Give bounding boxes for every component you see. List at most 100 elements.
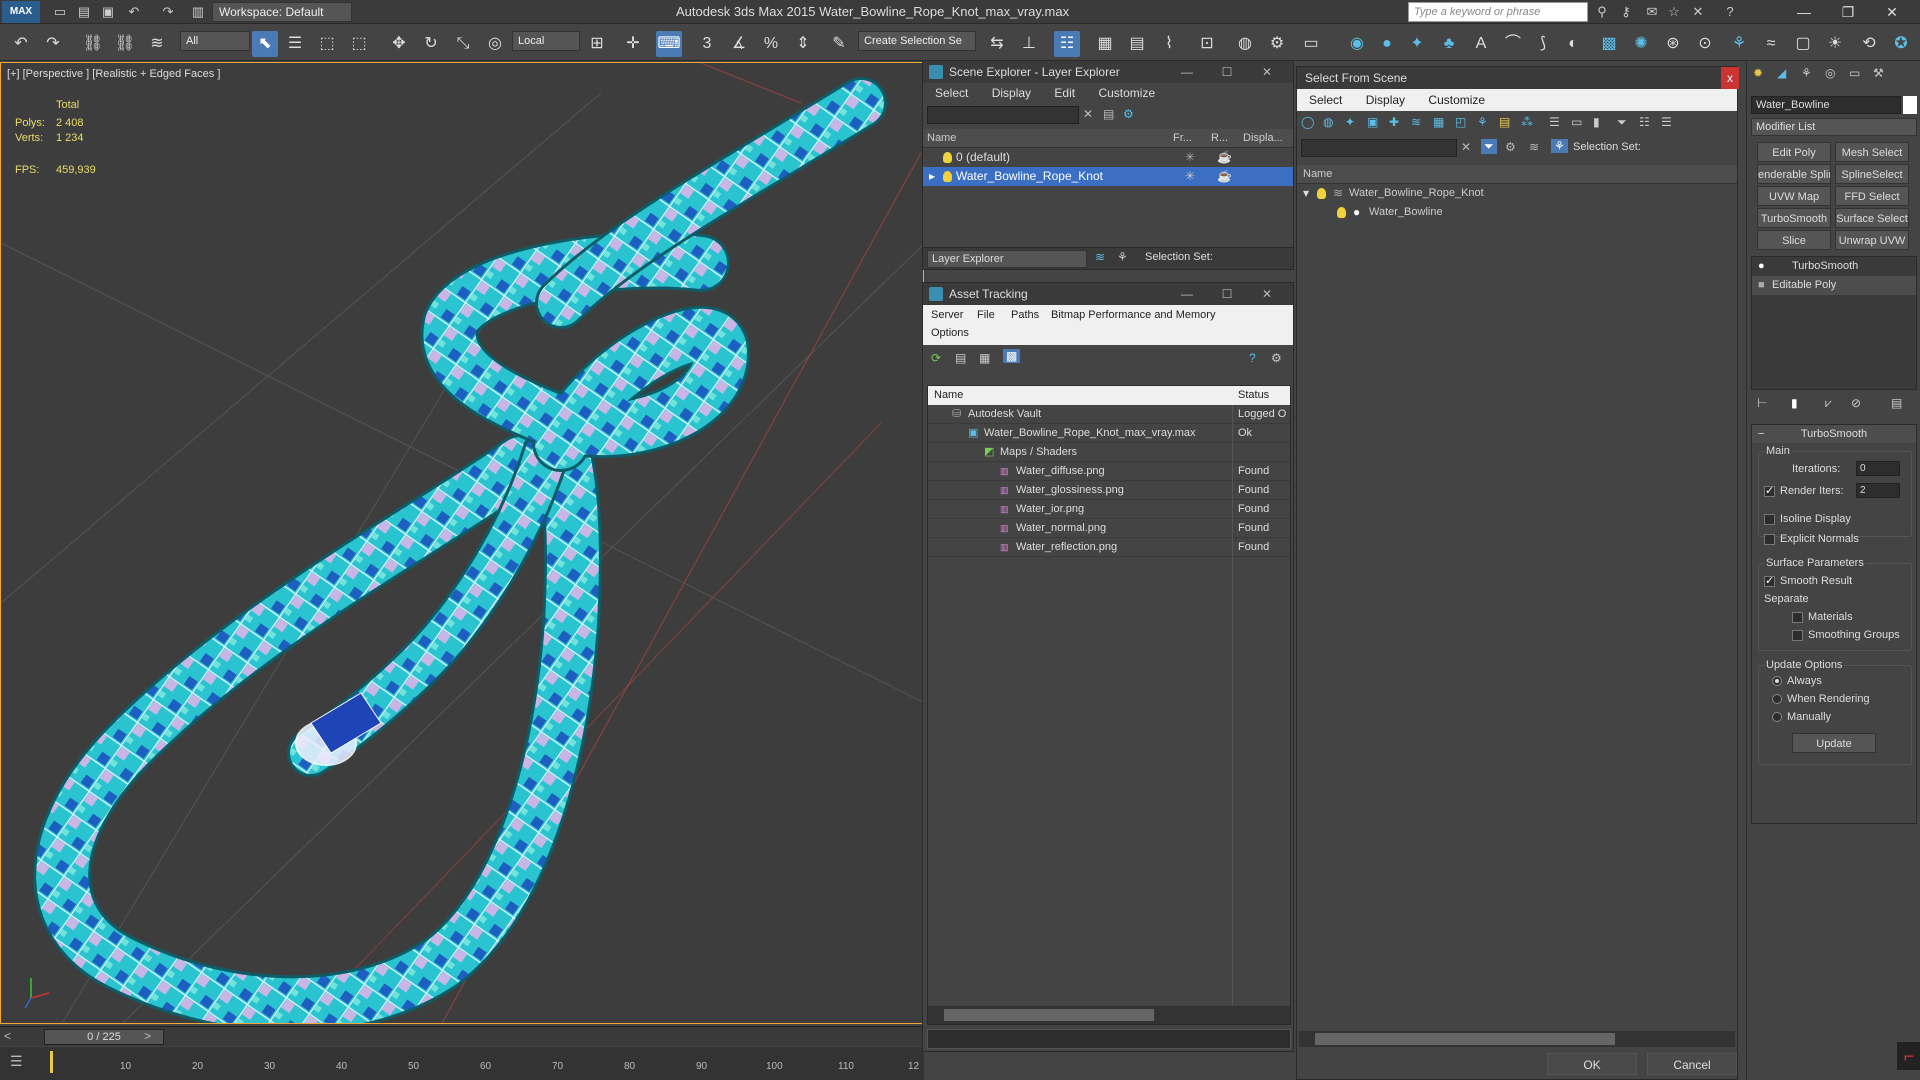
rectangular-selection-icon[interactable]: ⬚ bbox=[314, 31, 340, 57]
twist-icon[interactable]: ⟆ bbox=[1530, 31, 1556, 57]
minimize-button[interactable]: — bbox=[1173, 283, 1201, 305]
place-icon[interactable]: ◎ bbox=[482, 31, 508, 57]
perspective-viewport[interactable]: [+] [Perspective ] [Realistic + Edged Fa… bbox=[0, 62, 924, 1024]
track-bar-icon[interactable]: ☰ bbox=[10, 1053, 23, 1070]
select-from-scene-header[interactable]: Select From Scene x bbox=[1297, 67, 1739, 89]
menu-select[interactable]: Select bbox=[935, 86, 968, 100]
expand-arrow-icon[interactable]: ▸ bbox=[929, 167, 935, 186]
vray-proxy-icon[interactable]: ⊙ bbox=[1692, 31, 1718, 57]
track-bar[interactable]: ☰ 10 20 30 40 50 60 70 80 90 100 110 12 bbox=[0, 1047, 924, 1080]
tree-row[interactable]: ▾ ≋ Water_Bowline_Rope_Knot bbox=[1297, 184, 1737, 203]
undo-icon[interactable]: ↶ bbox=[124, 3, 144, 21]
filter-active-icon[interactable]: ⏷ bbox=[1481, 139, 1497, 154]
mirror-icon[interactable]: ⇆ bbox=[984, 31, 1010, 57]
geometry-filter-icon[interactable]: ◯ bbox=[1301, 115, 1314, 129]
minimize-button[interactable]: — bbox=[1173, 61, 1201, 83]
filter-icon[interactable]: ▤ bbox=[1103, 107, 1114, 121]
light-bulb-icon[interactable] bbox=[943, 171, 952, 183]
pivot-center-icon[interactable]: ⊞ bbox=[584, 31, 610, 57]
shapes-filter-icon[interactable]: ◍ bbox=[1323, 115, 1333, 129]
menu-options[interactable]: Options bbox=[931, 327, 969, 339]
graphite-toolbar-icon[interactable]: ▤ bbox=[1124, 31, 1150, 57]
unlink-icon[interactable]: ⛓ bbox=[112, 31, 138, 57]
menu-display[interactable]: Display bbox=[1366, 93, 1405, 107]
exchange-icon[interactable]: ✕ bbox=[1688, 3, 1708, 21]
maximize-button[interactable]: ☐ bbox=[1213, 61, 1241, 83]
time-slider-bar[interactable]: < 0 / 225 > bbox=[0, 1026, 924, 1046]
ok-button[interactable]: OK bbox=[1547, 1053, 1637, 1075]
menu-customize[interactable]: Customize bbox=[1428, 93, 1485, 107]
snaps-toggle-icon[interactable]: 3 bbox=[694, 31, 720, 57]
lights-filter-icon[interactable]: ✦ bbox=[1345, 115, 1355, 129]
communication-icon[interactable]: ✉ bbox=[1642, 3, 1662, 21]
layer-explorer-icon[interactable]: ▦ bbox=[1092, 31, 1118, 57]
list-view-icon[interactable]: ▤ bbox=[955, 351, 966, 365]
plant-icon[interactable]: ♣ bbox=[1436, 31, 1462, 57]
table-row[interactable]: ◩ Maps / Shaders bbox=[928, 443, 1290, 462]
table-row[interactable]: ⛁ Autodesk Vault Logged O bbox=[928, 405, 1290, 424]
render-iters-spinner[interactable]: 2 bbox=[1856, 483, 1900, 498]
utilities-tab-icon[interactable]: ⚒ bbox=[1873, 66, 1884, 80]
column-header-name[interactable]: Name bbox=[934, 386, 963, 405]
column-header-render[interactable]: R... bbox=[1211, 129, 1228, 147]
materials-checkbox[interactable] bbox=[1792, 611, 1803, 623]
open-file-icon[interactable]: ▤ bbox=[74, 3, 94, 21]
pin-stack-icon[interactable]: ⊢ bbox=[1757, 396, 1767, 410]
maximize-button[interactable]: ☐ bbox=[1213, 283, 1241, 305]
bind-space-warp-icon[interactable]: ≋ bbox=[144, 31, 170, 57]
table-row[interactable]: ▥ Water_ior.png Found bbox=[928, 500, 1290, 519]
menu-display[interactable]: Display bbox=[992, 86, 1031, 100]
freeze-icon[interactable]: ✳ bbox=[1185, 148, 1195, 167]
column-header-display[interactable]: Displa... bbox=[1243, 129, 1283, 147]
schematic-view-icon[interactable]: ⊡ bbox=[1194, 31, 1220, 57]
select-by-name-icon[interactable]: ☰ bbox=[282, 31, 308, 57]
tree-row[interactable]: ● Water_Bowline bbox=[1297, 203, 1737, 222]
spacewarps-filter-icon[interactable]: ≋ bbox=[1411, 115, 1421, 129]
bend-icon[interactable]: ⌒ bbox=[1500, 31, 1526, 57]
select-all-icon[interactable]: ☰ bbox=[1549, 115, 1560, 129]
unwrap-uvw-button[interactable]: Unwrap UVW bbox=[1835, 230, 1909, 250]
collapse-arrow-icon[interactable]: ▾ bbox=[1303, 184, 1309, 203]
vray-sun-icon[interactable]: ☀ bbox=[1822, 31, 1848, 57]
modifier-on-bulb-icon[interactable]: ● bbox=[1758, 257, 1765, 276]
render-teapot-icon[interactable]: ☕ bbox=[1217, 148, 1232, 167]
ffd-select-button[interactable]: FFD Select bbox=[1835, 186, 1909, 206]
vray-toon-icon[interactable]: ⟲ bbox=[1856, 31, 1882, 57]
asset-tracking-header[interactable]: Asset Tracking — ☐ ✕ bbox=[923, 283, 1293, 305]
percent-snap-icon[interactable]: % bbox=[758, 31, 784, 57]
hierarchy-mode-icon[interactable]: ⚘ bbox=[1551, 139, 1568, 153]
workspace-dropdown[interactable]: Workspace: Default bbox=[212, 2, 352, 22]
column-header-frozen[interactable]: Fr... bbox=[1173, 129, 1192, 147]
select-object-icon[interactable]: ⬉ bbox=[252, 31, 278, 57]
expand-plus-icon[interactable]: ■ bbox=[1758, 276, 1765, 295]
vray-plane-icon[interactable]: ▢ bbox=[1790, 31, 1816, 57]
update-always-radio[interactable] bbox=[1772, 676, 1782, 687]
vray-sphere-fade-icon[interactable]: ⚘ bbox=[1726, 31, 1752, 57]
autodesk-app-icon[interactable]: ⌐ bbox=[1897, 1042, 1920, 1070]
menu-paths[interactable]: Paths bbox=[1011, 309, 1039, 321]
reference-coordinate-dropdown[interactable]: Local bbox=[512, 31, 580, 51]
select-invert-icon[interactable]: ▮ bbox=[1593, 115, 1600, 129]
vray-physical-camera-icon[interactable]: ⊛ bbox=[1660, 31, 1686, 57]
xrefs-filter-icon[interactable]: ◰ bbox=[1455, 115, 1466, 129]
edit-named-selection-icon[interactable]: ✎ bbox=[826, 31, 852, 57]
sphere-icon[interactable]: ● bbox=[1374, 31, 1400, 57]
close-button[interactable]: ✕ bbox=[1874, 0, 1910, 24]
create-light-icon[interactable]: ◉ bbox=[1344, 31, 1370, 57]
thumbnail-view-icon[interactable]: ▦ bbox=[979, 351, 990, 365]
layers-icon[interactable]: ≋ bbox=[1095, 250, 1105, 264]
layer-row[interactable]: ▸ Water_Bowline_Rope_Knot ✳ ☕ bbox=[923, 167, 1293, 186]
containers-filter-icon[interactable]: ▤ bbox=[1499, 115, 1510, 129]
slice-button[interactable]: Slice bbox=[1757, 230, 1831, 250]
clear-icon[interactable]: ✕ bbox=[1083, 107, 1093, 121]
mesh-select-button[interactable]: Mesh Select bbox=[1835, 142, 1909, 162]
freeze-icon[interactable]: ✳ bbox=[1185, 167, 1195, 186]
object-color-swatch[interactable] bbox=[1903, 96, 1917, 114]
filter-funnel-icon[interactable]: ⏷ bbox=[1617, 115, 1627, 130]
show-end-result-icon[interactable]: ▮ bbox=[1791, 396, 1798, 410]
restore-button[interactable]: ❐ bbox=[1830, 0, 1866, 24]
time-next-icon[interactable]: > bbox=[144, 1029, 151, 1043]
light-bulb-icon[interactable] bbox=[943, 152, 952, 164]
groups-filter-icon[interactable]: ▦ bbox=[1433, 115, 1444, 129]
key-icon[interactable]: ⚷ bbox=[1616, 3, 1636, 21]
